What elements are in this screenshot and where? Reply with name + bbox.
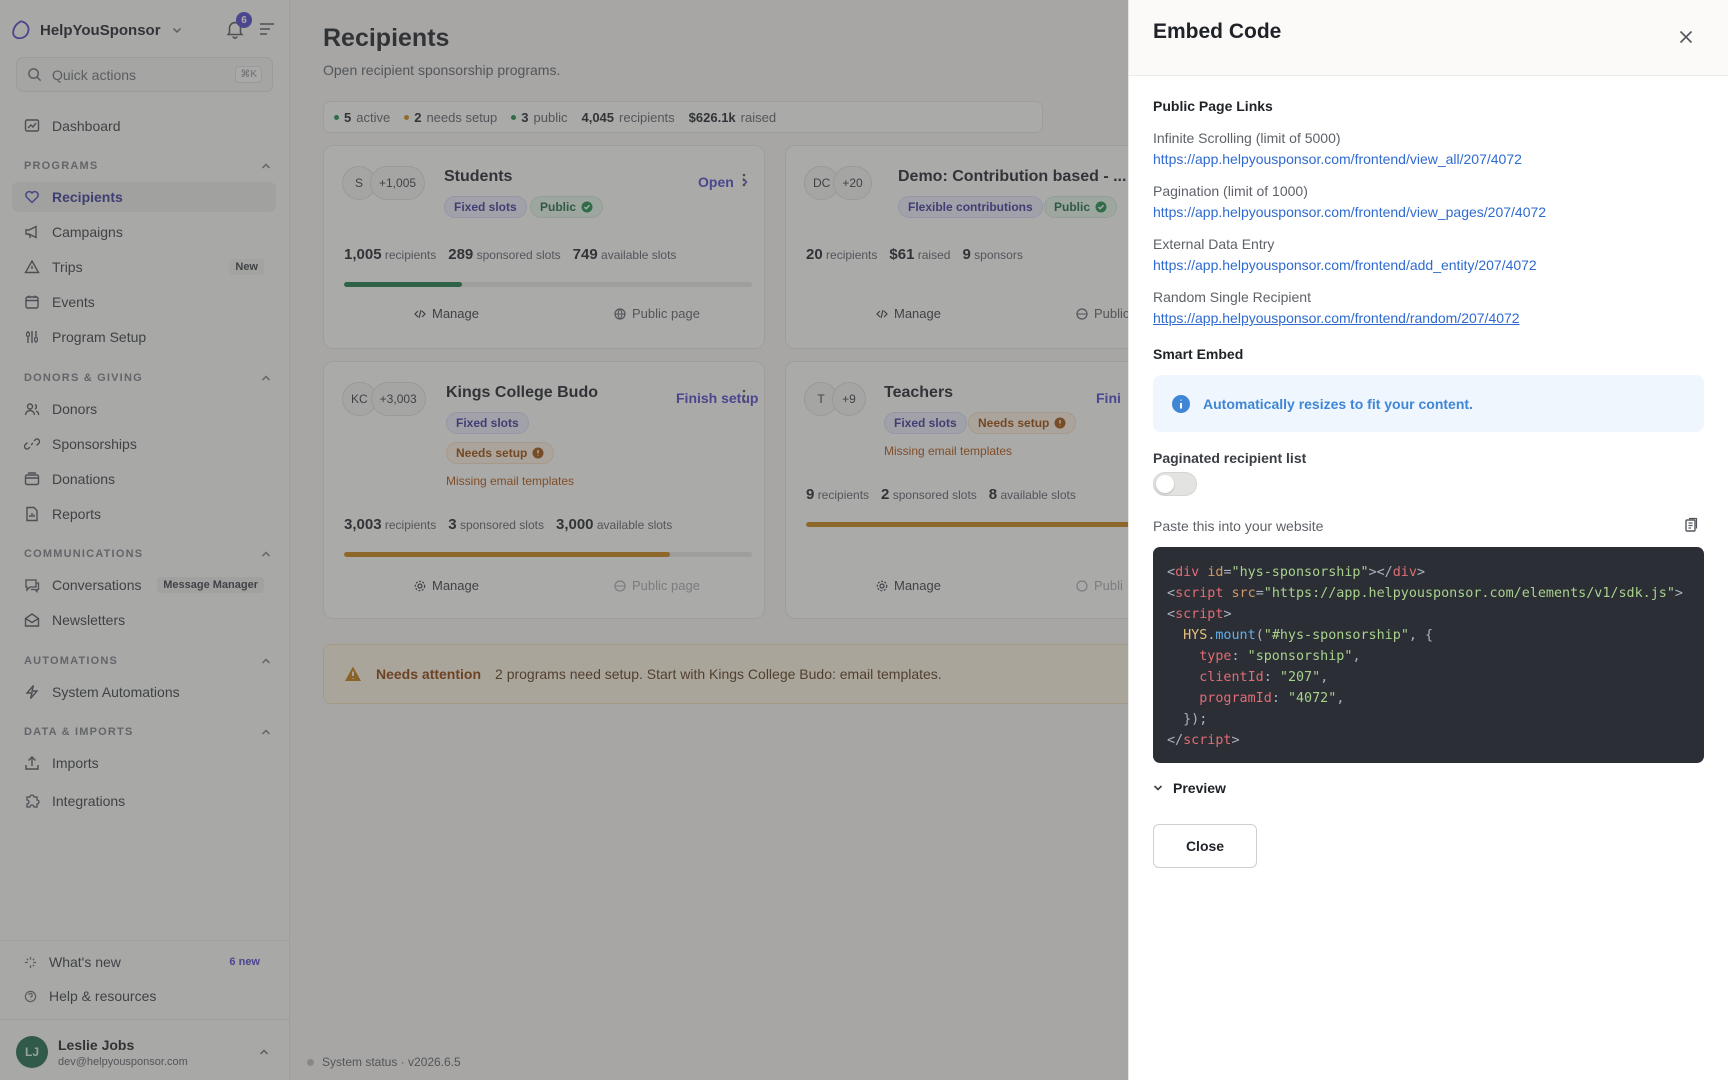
preview-toggle[interactable]: Preview — [1153, 780, 1226, 796]
link-label-external-entry: External Data Entry — [1153, 236, 1275, 252]
info-text: Automatically resizes to fit your conten… — [1203, 395, 1473, 412]
close-button[interactable]: Close — [1153, 824, 1257, 868]
chevron-down-icon — [1153, 785, 1163, 791]
embed-code-text: <div id="hys-sponsorship"></div> <script… — [1167, 565, 1683, 748]
panel-title: Embed Code — [1153, 20, 1282, 43]
public-links-heading: Public Page Links — [1153, 98, 1273, 114]
link-label-random: Random Single Recipient — [1153, 289, 1311, 305]
embed-code-block[interactable]: <div id="hys-sponsorship"></div> <script… — [1153, 547, 1704, 763]
paste-instruction: Paste this into your website — [1153, 518, 1324, 534]
toggle-knob — [1156, 475, 1174, 493]
info-callout: Automatically resizes to fit your conten… — [1153, 375, 1704, 432]
link-random[interactable]: https://app.helpyousponsor.com/frontend/… — [1153, 310, 1520, 326]
paginated-toggle-label: Paginated recipient list — [1153, 450, 1307, 466]
link-add-entity[interactable]: https://app.helpyousponsor.com/frontend/… — [1153, 257, 1537, 273]
link-label-pagination: Pagination (limit of 1000) — [1153, 183, 1308, 199]
modal-backdrop[interactable] — [0, 0, 1128, 1080]
link-label-infinite: Infinite Scrolling (limit of 5000) — [1153, 130, 1341, 146]
panel-header: Embed Code — [1129, 0, 1728, 76]
link-view-pages[interactable]: https://app.helpyousponsor.com/frontend/… — [1153, 204, 1546, 220]
close-icon[interactable] — [1677, 28, 1695, 46]
copy-icon[interactable] — [1683, 517, 1699, 533]
preview-label: Preview — [1173, 780, 1226, 796]
smart-embed-heading: Smart Embed — [1153, 346, 1244, 362]
embed-code-panel: Embed Code Public Page Links Infinite Sc… — [1128, 0, 1728, 1080]
paginated-toggle[interactable] — [1153, 472, 1197, 496]
info-icon — [1172, 394, 1190, 413]
link-view-all[interactable]: https://app.helpyousponsor.com/frontend/… — [1153, 151, 1522, 167]
